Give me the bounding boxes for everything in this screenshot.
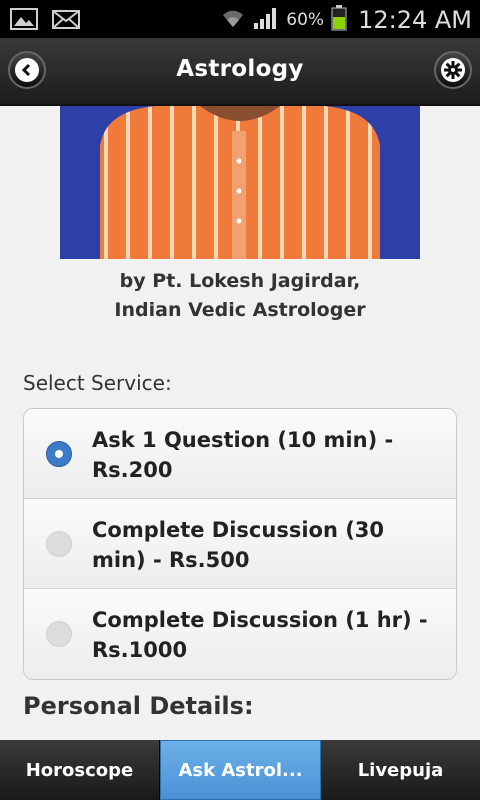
select-service-label: Select Service: [23,371,172,395]
service-option-2[interactable]: Complete Discussion (30 min) - Rs.500 [24,499,456,589]
service-option-label: Complete Discussion (1 hr) - Rs.1000 [92,608,428,662]
app-header: Astrology [0,38,480,106]
tab-horoscope[interactable]: Horoscope [0,740,160,800]
caption-line-2: Indian Vedic Astrologer [114,299,366,321]
gallery-icon [10,7,38,35]
service-option-1[interactable]: Ask 1 Question (10 min) - Rs.200 [24,409,456,499]
battery-icon [330,4,348,36]
battery-percent: 60% [286,10,325,30]
bottom-tab-bar: Horoscope Ask Astrol... Livepuja [0,740,480,800]
signal-icon [252,5,280,35]
radio-unselected-icon[interactable] [46,531,72,557]
email-icon [52,7,80,35]
personal-details-heading: Personal Details: [23,692,254,720]
service-option-label: Complete Discussion (30 min) - Rs.500 [92,518,385,572]
settings-button[interactable] [434,51,472,89]
wifi-icon [220,5,246,35]
tab-ask-astrologer[interactable]: Ask Astrol... [160,740,321,800]
tab-livepuja[interactable]: Livepuja [321,740,480,800]
caption-line-1: by Pt. Lokesh Jagirdar, [119,270,361,292]
clock: 12:24 AM [358,6,472,34]
service-options: Ask 1 Question (10 min) - Rs.200 Complet… [23,408,457,680]
astrologer-caption: by Pt. Lokesh Jagirdar, Indian Vedic Ast… [0,267,480,325]
service-option-3[interactable]: Complete Discussion (1 hr) - Rs.1000 [24,589,456,679]
status-bar: 60% 12:24 AM [0,0,480,38]
astrologer-photo [60,106,420,259]
gear-icon [441,58,465,82]
service-option-label: Ask 1 Question (10 min) - Rs.200 [92,428,394,482]
page-title: Astrology [176,56,304,82]
radio-unselected-icon[interactable] [46,621,72,647]
radio-selected-icon[interactable] [46,441,72,467]
